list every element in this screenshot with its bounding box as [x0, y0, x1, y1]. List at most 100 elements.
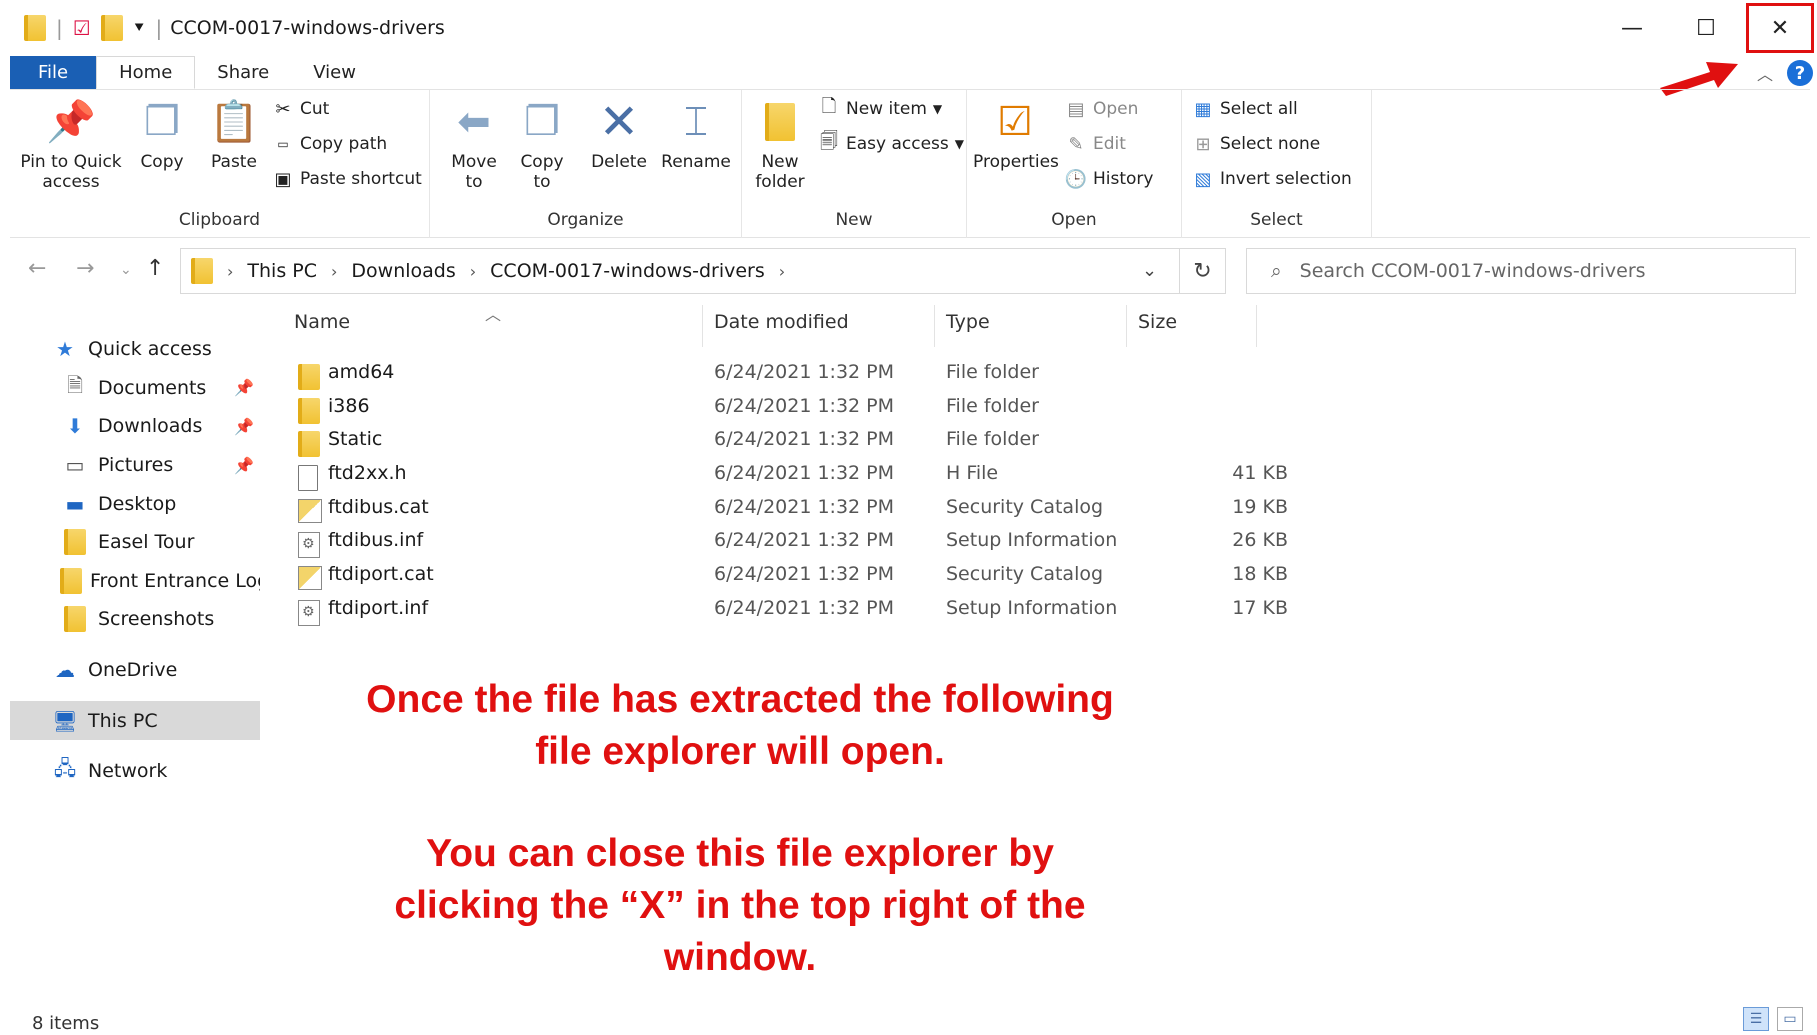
file-date: 6/24/2021 1:32 PM: [714, 596, 895, 619]
history-icon: 🕒: [1064, 168, 1088, 190]
nav-item-front-entrance-logo[interactable]: Front Entrance Logo: [10, 562, 260, 601]
chevron-down-icon[interactable]: ⌄: [1142, 260, 1157, 281]
file-date: 6/24/2021 1:32 PM: [714, 563, 895, 586]
collapse-ribbon-icon[interactable]: ︿: [1757, 61, 1773, 85]
paste-shortcut-button[interactable]: ▣ Paste shortcut: [272, 168, 421, 190]
nav-item-screenshots[interactable]: Screenshots: [10, 600, 260, 639]
nav-network[interactable]: 🖧 Network: [10, 752, 260, 791]
table-row[interactable]: ftdibus.cat 6/24/2021 1:32 PM Security C…: [280, 491, 1288, 525]
ribbon-help-area: ︿ ?: [1757, 56, 1813, 90]
copy-button[interactable]: ❐ Copy: [134, 98, 190, 172]
refresh-icon: ↻: [1193, 258, 1212, 284]
file-type: Security Catalog: [946, 563, 1104, 586]
recent-locations-icon[interactable]: ⌄: [120, 262, 132, 278]
table-row[interactable]: i386 6/24/2021 1:32 PM File folder: [280, 390, 1260, 424]
large-icons-view-icon[interactable]: ▭: [1777, 1007, 1803, 1031]
breadcrumb-current-folder[interactable]: CCOM-0017-windows-drivers: [490, 260, 765, 282]
address-bar[interactable]: › This PC › Downloads › CCOM-0017-window…: [180, 248, 1180, 294]
file-name: amd64: [328, 361, 395, 383]
help-icon[interactable]: ?: [1787, 60, 1813, 86]
column-divider[interactable]: [1126, 305, 1127, 347]
minimize-button[interactable]: —: [1595, 0, 1669, 56]
table-row[interactable]: ftd2xx.h 6/24/2021 1:32 PM H File 41 KB: [280, 457, 1288, 492]
dropdown-arrow-icon: ▼: [954, 137, 964, 151]
paste-label: Paste: [211, 152, 257, 172]
properties-check-icon[interactable]: ☑: [73, 16, 91, 40]
new-folder-button[interactable]: New folder: [750, 98, 810, 192]
table-row[interactable]: ftdiport.cat 6/24/2021 1:32 PM Security …: [280, 558, 1288, 592]
rename-button[interactable]: ⌶ Rename: [656, 98, 736, 172]
cut-label: Cut: [300, 99, 330, 119]
column-date-modified[interactable]: Date modified: [714, 311, 849, 333]
column-divider[interactable]: [934, 305, 935, 347]
select-none-button[interactable]: ⊞ Select none: [1192, 133, 1320, 155]
quick-access-toolbar: | ☑ ⯆ |: [0, 15, 162, 41]
nav-item-desktop[interactable]: ▬ Desktop: [10, 484, 260, 523]
column-divider[interactable]: [702, 305, 703, 347]
invert-selection-label: Invert selection: [1220, 169, 1352, 189]
invert-selection-button[interactable]: ▧ Invert selection: [1192, 168, 1352, 190]
delete-button[interactable]: ✕ Delete: [586, 98, 652, 172]
column-type[interactable]: Type: [946, 311, 990, 333]
chevron-right-icon[interactable]: ›: [331, 262, 337, 281]
cut-button[interactable]: ✂ Cut: [272, 98, 329, 120]
paste-button[interactable]: 📋 Paste: [206, 98, 262, 172]
chevron-right-icon[interactable]: ›: [779, 262, 785, 281]
maximize-button[interactable]: ☐: [1669, 0, 1743, 56]
new-item-button[interactable]: 🗋 New item ▼: [818, 96, 942, 120]
chevron-right-icon: ›: [227, 261, 234, 281]
copy-to-button[interactable]: ❐ Copy to: [512, 98, 572, 192]
tab-share[interactable]: Share: [195, 56, 291, 89]
file-name: ftdibus.inf: [328, 529, 424, 552]
column-size[interactable]: Size: [1138, 311, 1177, 333]
open-icon: ▤: [1067, 98, 1085, 120]
nav-onedrive[interactable]: ☁ OneDrive: [10, 651, 260, 690]
nav-item-pictures[interactable]: ▭ Pictures 📌: [10, 446, 260, 485]
table-row[interactable]: amd64 6/24/2021 1:32 PM File folder: [280, 356, 1260, 390]
new-folder-icon[interactable]: [100, 15, 123, 41]
breadcrumb-this-pc[interactable]: This PC: [247, 260, 317, 282]
new-group-label: New: [835, 210, 873, 230]
nav-quick-access[interactable]: ★ Quick access: [10, 330, 260, 369]
nav-label: Easel Tour: [98, 531, 195, 554]
open-button[interactable]: ▤ Open: [1065, 98, 1138, 120]
nav-label: Downloads: [98, 415, 203, 438]
annotation-line: window.: [663, 936, 817, 979]
annotation-line: Once the file has extracted the followin…: [366, 678, 1114, 721]
history-button[interactable]: 🕒 History: [1064, 168, 1154, 190]
file-type: Setup Information: [946, 596, 1118, 619]
up-arrow-icon[interactable]: ↑: [146, 256, 164, 281]
search-input[interactable]: ⌕ Search CCOM-0017-windows-drivers: [1246, 248, 1796, 294]
properties-button[interactable]: ☑ Properties: [973, 98, 1059, 172]
nav-item-downloads[interactable]: ⬇ Downloads 📌: [10, 407, 260, 446]
copy-path-button[interactable]: ▭ Copy path: [272, 133, 387, 155]
breadcrumb-downloads[interactable]: Downloads: [351, 260, 455, 282]
tab-home[interactable]: Home: [96, 56, 196, 89]
edit-button[interactable]: ✎ Edit: [1065, 133, 1125, 155]
move-to-button[interactable]: ⬅ Move to: [444, 98, 504, 192]
column-divider[interactable]: [1256, 305, 1257, 347]
pin-quick-access-button[interactable]: 📌 Pin to Quick access: [16, 98, 126, 192]
table-row[interactable]: Static 6/24/2021 1:32 PM File folder: [280, 423, 1260, 458]
forward-arrow-icon[interactable]: →: [76, 256, 94, 281]
easy-access-button[interactable]: 🗐 Easy access ▼: [818, 131, 964, 155]
back-arrow-icon[interactable]: ←: [28, 256, 46, 281]
chevron-right-icon[interactable]: ›: [470, 262, 476, 281]
close-button[interactable]: ✕: [1743, 0, 1817, 56]
nav-item-documents[interactable]: 🗎 Documents 📌: [10, 369, 260, 408]
table-row[interactable]: ftdibus.inf 6/24/2021 1:32 PM Setup Info…: [280, 524, 1288, 559]
refresh-button[interactable]: ↻: [1180, 248, 1226, 294]
copy-label: Copy: [140, 152, 184, 172]
table-row[interactable]: ftdiport.inf 6/24/2021 1:32 PM Setup Inf…: [280, 592, 1288, 626]
desktop-icon: ▬: [65, 491, 85, 516]
nav-this-pc[interactable]: 🖥 This PC: [10, 701, 260, 740]
pin-icon: 📌: [234, 378, 254, 398]
details-view-icon[interactable]: ☰: [1743, 1007, 1769, 1031]
column-name[interactable]: Name: [294, 311, 350, 333]
file-list: ︿ Name Date modified Type Size amd64 6/2…: [280, 305, 1288, 626]
nav-item-easel-tour[interactable]: Easel Tour: [10, 523, 260, 562]
tab-view[interactable]: View: [291, 56, 378, 89]
customize-toolbar-icon[interactable]: ⯆: [133, 18, 146, 38]
select-all-button[interactable]: ▦ Select all: [1192, 98, 1297, 120]
tab-file[interactable]: File: [10, 56, 97, 89]
